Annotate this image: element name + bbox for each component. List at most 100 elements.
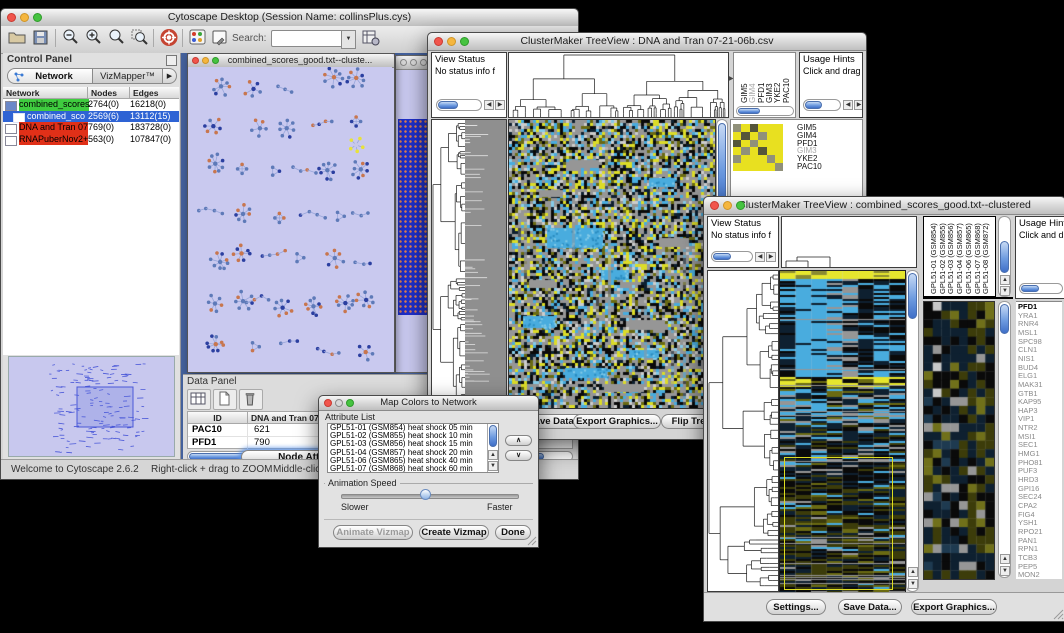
tv1-status-hscrollbar[interactable] bbox=[436, 99, 482, 111]
scrollbar-thumb[interactable] bbox=[805, 101, 822, 109]
scrollbar-thumb[interactable] bbox=[908, 273, 917, 319]
matrix-cell[interactable] bbox=[775, 132, 783, 140]
attribute-item[interactable]: GPL51-02 (GSM855) heat shock 10 min bbox=[328, 432, 487, 440]
gene-label[interactable]: MSI1 bbox=[1018, 432, 1036, 441]
matrix-cell[interactable] bbox=[733, 155, 741, 163]
matrix-cell[interactable] bbox=[750, 147, 758, 155]
attribute-listbox[interactable]: GPL51-01 (GSM854) heat shock 05 minGPL51… bbox=[327, 423, 499, 473]
header-network[interactable]: Network bbox=[3, 87, 88, 99]
new-attribute-icon[interactable] bbox=[213, 389, 237, 410]
matrix-cell[interactable] bbox=[758, 140, 766, 148]
scroll-right-icon[interactable]: ▶ bbox=[854, 100, 863, 110]
close-icon[interactable] bbox=[434, 37, 443, 46]
gene-label[interactable]: TCB3 bbox=[1018, 553, 1037, 562]
gene-label[interactable]: PEP5 bbox=[1018, 562, 1037, 571]
minimize-icon[interactable] bbox=[447, 37, 456, 46]
move-up-button[interactable]: ∧ bbox=[505, 435, 532, 446]
scroll-right-icon[interactable]: ▶ bbox=[766, 252, 776, 262]
zoom-window-icon[interactable] bbox=[420, 59, 427, 66]
gene-label[interactable]: VIP1 bbox=[1018, 414, 1034, 423]
matrix-cell[interactable] bbox=[750, 124, 758, 132]
zoom-selected-icon[interactable] bbox=[130, 28, 150, 47]
close-icon[interactable] bbox=[7, 13, 16, 22]
scroll-down-icon[interactable]: ▼ bbox=[1000, 286, 1010, 296]
network-list-row[interactable]: combined_sco2569(6)13112(15) bbox=[3, 111, 179, 123]
matrix-cell[interactable] bbox=[775, 124, 783, 132]
annotation-icon[interactable] bbox=[210, 28, 230, 47]
search-input[interactable] bbox=[271, 30, 344, 47]
gene-label[interactable]: NIS1 bbox=[1018, 354, 1035, 363]
matrix-cell[interactable] bbox=[741, 147, 749, 155]
matrix-cell[interactable] bbox=[758, 124, 766, 132]
vizmapper-icon[interactable] bbox=[188, 28, 208, 47]
scrollbar-thumb[interactable] bbox=[738, 108, 760, 114]
tv2-status-hscrollbar[interactable] bbox=[711, 251, 753, 262]
zoom-window-icon[interactable] bbox=[346, 399, 354, 407]
gene-label[interactable]: YRA1 bbox=[1018, 311, 1038, 320]
scroll-up-icon[interactable]: ▲ bbox=[908, 567, 918, 577]
tv1-global-heatmap[interactable] bbox=[508, 119, 716, 409]
header-nodes[interactable]: Nodes bbox=[88, 87, 130, 99]
header-edges[interactable]: Edges bbox=[130, 87, 179, 99]
attribute-item[interactable]: GPL51-03 (GSM856) heat shock 15 min bbox=[328, 440, 487, 448]
gene-label[interactable]: BUD4 bbox=[1018, 363, 1038, 372]
save-data-button[interactable]: Save Data... bbox=[838, 599, 902, 615]
zoom-window-icon[interactable] bbox=[460, 37, 469, 46]
gene-label[interactable]: ELG1 bbox=[1018, 371, 1037, 380]
tv1-labels-hscrollbar[interactable] bbox=[736, 106, 794, 116]
create-vizmap-button[interactable]: Create Vizmap bbox=[419, 525, 489, 540]
column-header-id[interactable]: ID bbox=[188, 412, 248, 424]
gene-label[interactable]: NTR2 bbox=[1018, 423, 1038, 432]
matrix-cell[interactable] bbox=[758, 155, 766, 163]
tv1-row-dendrogram-panel[interactable] bbox=[431, 119, 507, 407]
zoom-out-icon[interactable] bbox=[61, 28, 81, 47]
scroll-up-icon[interactable]: ▲ bbox=[1000, 275, 1010, 285]
tv1-column-dendrogram-panel[interactable] bbox=[508, 52, 729, 118]
column-dendrogram[interactable] bbox=[782, 217, 916, 267]
column-dendrogram[interactable] bbox=[509, 53, 728, 117]
gene-label[interactable]: GTB1 bbox=[1018, 389, 1038, 398]
tab-vizmapper[interactable]: VizMapper™ bbox=[93, 68, 163, 84]
matrix-cell[interactable] bbox=[750, 155, 758, 163]
minimize-icon[interactable] bbox=[335, 399, 343, 407]
scrollbar-thumb[interactable] bbox=[718, 123, 726, 207]
network-canvas[interactable] bbox=[188, 67, 392, 370]
matrix-cell[interactable] bbox=[767, 147, 775, 155]
minimize-icon[interactable] bbox=[202, 57, 209, 64]
matrix-cell[interactable] bbox=[767, 132, 775, 140]
matrix-cell[interactable] bbox=[775, 147, 783, 155]
resize-grip[interactable] bbox=[1052, 608, 1064, 620]
scrollbar-thumb[interactable] bbox=[1000, 304, 1009, 334]
main-title-bar[interactable]: Cytoscape Desktop (Session Name: collins… bbox=[1, 9, 578, 27]
zoom-window-icon[interactable] bbox=[33, 13, 42, 22]
network-list-row[interactable]: DNA and Tran 07769(0)183728(0) bbox=[3, 122, 179, 134]
gene-label[interactable]: MON2 bbox=[1018, 570, 1040, 579]
matrix-cell[interactable] bbox=[750, 132, 758, 140]
matrix-cell[interactable] bbox=[733, 147, 741, 155]
dialog-title-bar[interactable]: Map Colors to Network bbox=[319, 396, 538, 411]
row-dendrogram[interactable] bbox=[432, 120, 506, 406]
minimize-icon[interactable] bbox=[20, 13, 29, 22]
window-controls[interactable] bbox=[7, 13, 42, 22]
gene-label[interactable]: MSL1 bbox=[1018, 328, 1038, 337]
matrix-cell[interactable] bbox=[767, 163, 775, 171]
save-icon[interactable] bbox=[31, 28, 51, 47]
export-graphics-button[interactable]: Export Graphics... bbox=[911, 599, 997, 615]
close-icon[interactable] bbox=[710, 201, 719, 210]
attribute-item[interactable]: GPL51-04 (GSM857) heat shock 20 min bbox=[328, 449, 487, 457]
tv2-global-heatmap[interactable] bbox=[779, 270, 906, 594]
animate-vizmap-button[interactable]: Animate Vizmap bbox=[333, 525, 413, 540]
search-dropdown-icon[interactable]: ▼ bbox=[341, 30, 356, 49]
gene-label[interactable]: SEC1 bbox=[1018, 440, 1038, 449]
scroll-left-icon[interactable]: ◀ bbox=[755, 252, 765, 262]
matrix-cell[interactable] bbox=[741, 163, 749, 171]
matrix-cell[interactable] bbox=[758, 132, 766, 140]
gene-label[interactable]: PUF3 bbox=[1018, 466, 1037, 475]
scrollbar-thumb[interactable] bbox=[489, 425, 497, 447]
gene-label[interactable]: HMG1 bbox=[1018, 449, 1040, 458]
gene-label[interactable]: PHO81 bbox=[1018, 458, 1043, 467]
matrix-cell[interactable] bbox=[741, 124, 749, 132]
matrix-cell[interactable] bbox=[741, 140, 749, 148]
attribute-item[interactable]: GPL51-07 (GSM868) heat shock 60 min bbox=[328, 465, 487, 473]
overview-selection-rect[interactable] bbox=[77, 387, 133, 427]
